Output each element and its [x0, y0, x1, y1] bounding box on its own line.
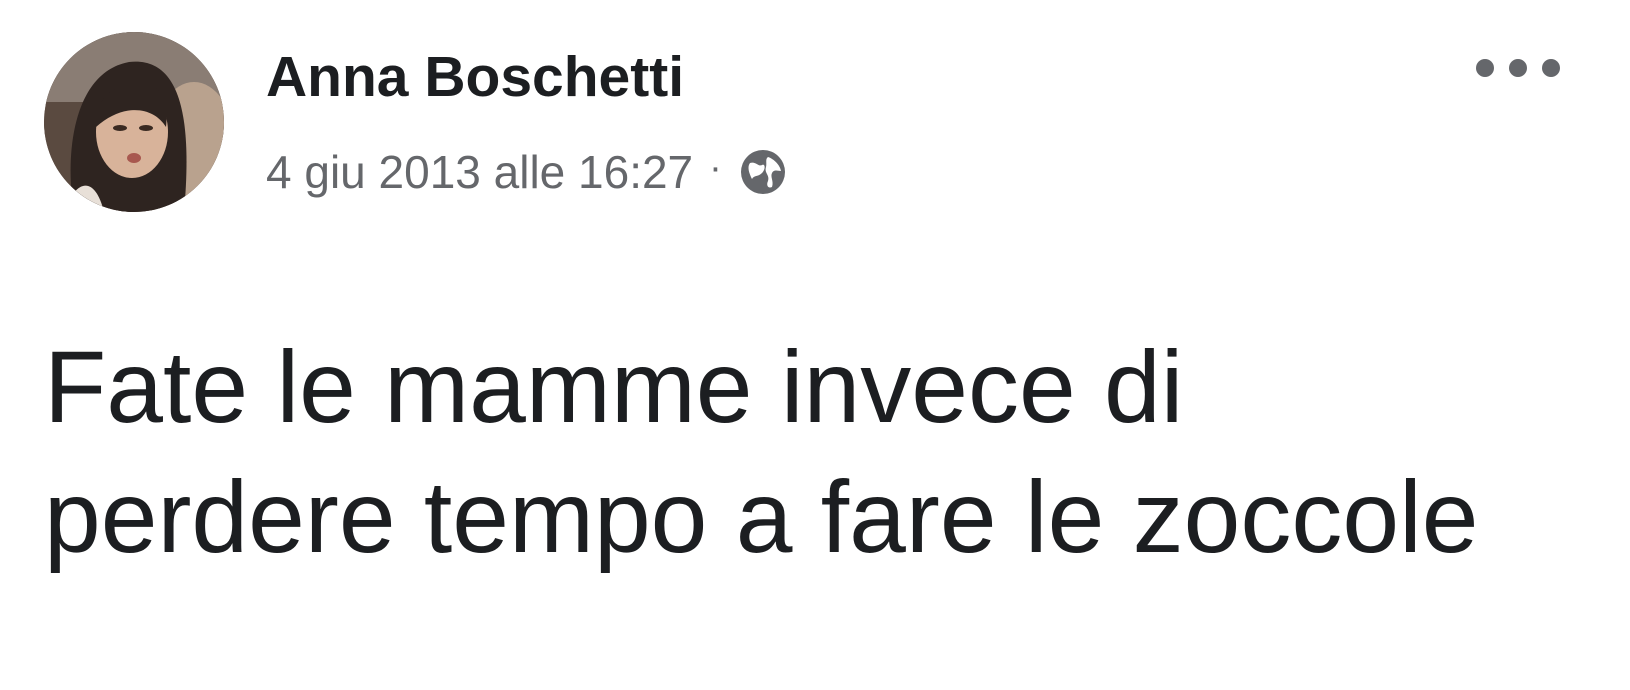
more-dot [1509, 59, 1527, 77]
post-meta: 4 giu 2013 alle 16:27 · [266, 140, 788, 204]
more-dot [1542, 59, 1560, 77]
post-text-line: Fate le mamme invece di [44, 330, 1184, 444]
author-name[interactable]: Anna Boschetti [266, 43, 684, 111]
facebook-post: Anna Boschetti 4 giu 2013 alle 16:27 · F… [0, 0, 1630, 690]
meta-separator: · [709, 146, 722, 189]
post-text-line: perdere tempo a fare le zoccole [44, 460, 1479, 574]
post-timestamp[interactable]: 4 giu 2013 alle 16:27 [266, 145, 693, 199]
globe-icon[interactable] [738, 147, 788, 197]
author-avatar[interactable] [44, 32, 224, 212]
post-text: Fate le mamme invece di perdere tempo a … [44, 322, 1584, 582]
profile-photo [44, 32, 224, 212]
more-dot [1476, 59, 1494, 77]
more-options-icon[interactable] [1476, 50, 1560, 86]
